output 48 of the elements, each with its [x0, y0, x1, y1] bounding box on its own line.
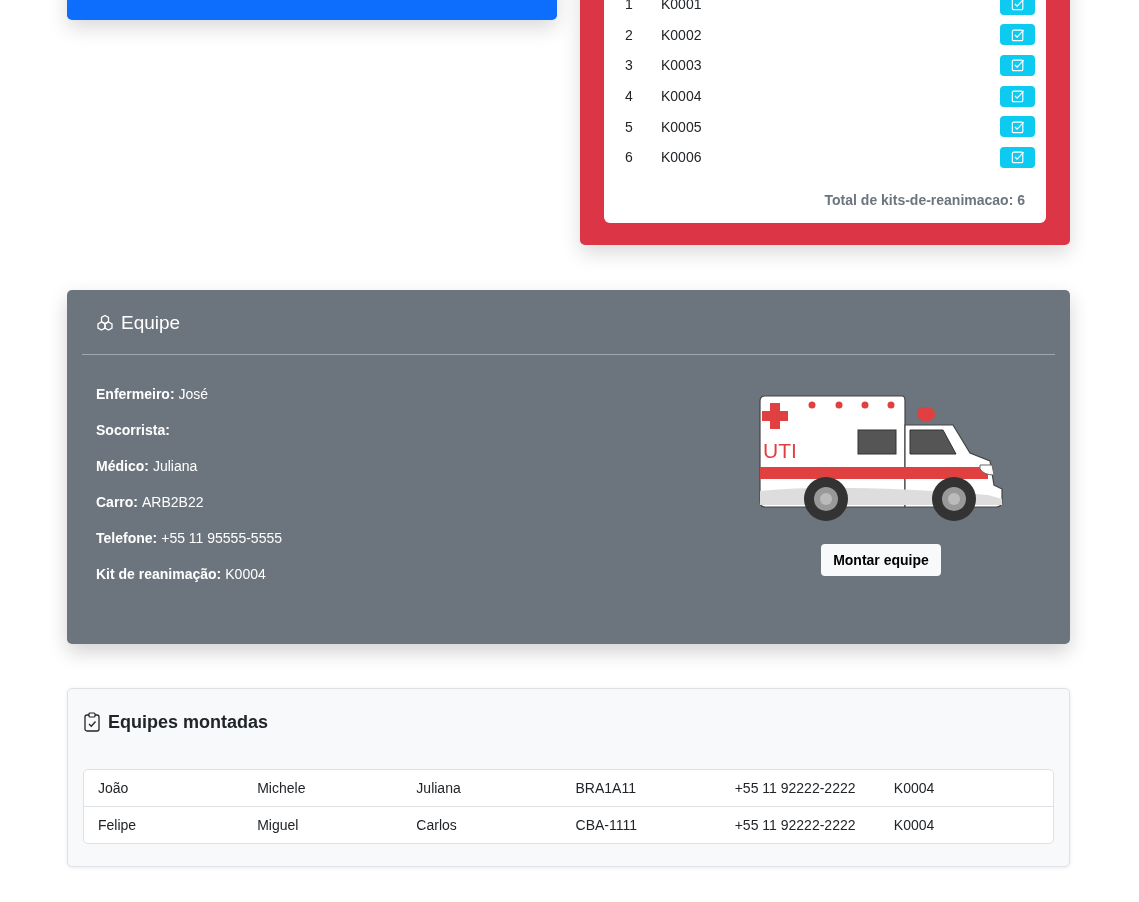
kit-code: K0002: [661, 26, 703, 43]
ambulance-drawing: UTI: [758, 394, 1004, 523]
boxes-icon: [96, 313, 114, 332]
select-kit-button[interactable]: [1000, 55, 1035, 76]
kit-code: K0005: [661, 118, 703, 135]
table-cell-text: Felipe: [98, 816, 138, 833]
assemble-team-button[interactable]: Montar equipe: [821, 543, 941, 576]
kit-total: Total de kits-de-reanimacao: 6: [823, 190, 1026, 210]
kit-code: K0003: [661, 57, 703, 74]
kit-number: 2: [625, 26, 634, 43]
table-cell-text: Juliana: [416, 779, 462, 796]
kit-code: K0004: [661, 88, 703, 105]
team-field: Carro: ARB2B22: [96, 491, 751, 512]
table-cell-text: Miguel: [257, 816, 300, 833]
table-cell-text: +55 11 92222-2222: [734, 816, 857, 833]
select-kit-button[interactable]: [1000, 0, 1035, 15]
table-cell-text: BRA1A11: [575, 779, 637, 796]
check-square-icon: [1010, 119, 1025, 134]
card-title: Equipes montadas: [108, 710, 269, 733]
select-kit-button[interactable]: [1000, 24, 1035, 46]
check-square-icon: [1010, 58, 1025, 73]
select-kit-button[interactable]: [1000, 85, 1035, 107]
kit-code: K0006: [661, 149, 703, 166]
team-field: Médico: Juliana: [96, 455, 751, 476]
kit-number: 5: [625, 118, 634, 135]
team-field: Kit de reanimação: K0004: [96, 563, 751, 584]
check-square-icon: [1010, 150, 1025, 165]
check-square-icon: [1010, 27, 1025, 42]
team-field: Enfermeiro: José: [96, 383, 751, 404]
team-field: Telefone: +55 11 95555-5555: [96, 527, 751, 548]
table-cell-text: K0004: [893, 816, 936, 833]
select-kit-button[interactable]: [1000, 116, 1035, 138]
table-cell-text: Carlos: [416, 816, 458, 833]
table-cell-text: K0004: [893, 779, 936, 796]
table-cell-text: +55 11 92222-2222: [734, 779, 857, 796]
check-square-icon: [1010, 89, 1025, 104]
kit-code: K0001: [661, 0, 703, 13]
kit-number: 1: [625, 0, 634, 13]
table-cell-text: João: [98, 779, 130, 796]
table-cell-text: CBA-1111: [575, 816, 638, 833]
kit-number: 3: [625, 57, 634, 74]
kit-number: 4: [625, 88, 634, 105]
table-cell-text: Michele: [257, 779, 307, 796]
kit-number: 6: [625, 149, 634, 166]
clipboard-check-icon: [83, 711, 101, 732]
card-title: Equipe: [121, 310, 181, 335]
select-kit-button[interactable]: [1000, 146, 1035, 168]
team-field: Socorrista:: [96, 419, 751, 440]
